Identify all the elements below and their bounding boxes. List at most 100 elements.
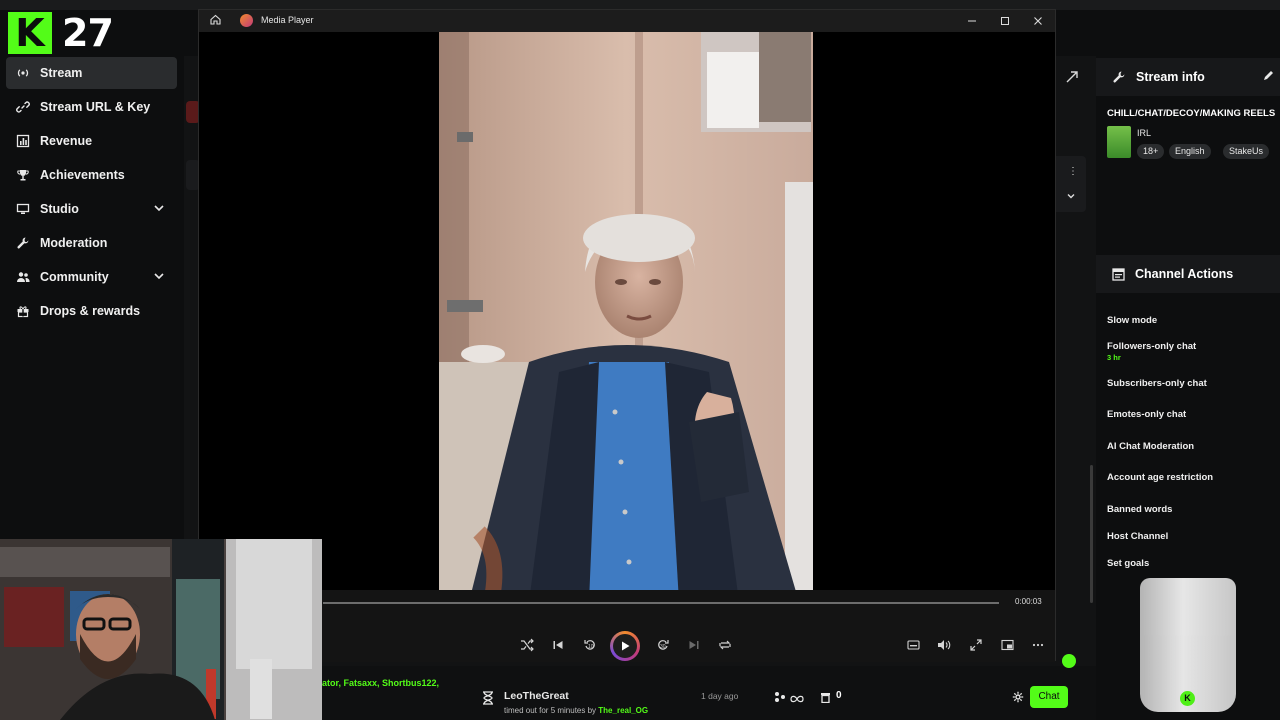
stream-info-heading: Stream info: [1136, 70, 1205, 84]
sidebar-item-label: Achievements: [40, 168, 125, 182]
tag-language: English: [1169, 144, 1211, 159]
play-button[interactable]: [610, 631, 640, 661]
action-account-age-restriction[interactable]: Account age restriction: [1107, 472, 1213, 483]
next-icon[interactable]: [683, 634, 705, 656]
logo-number: 27: [62, 11, 114, 55]
skip-forward-icon[interactable]: 30: [652, 634, 674, 656]
minimize-button[interactable]: [965, 14, 979, 28]
infinity-icon: [790, 691, 804, 709]
media-player-titlebar: Media Player: [199, 10, 1055, 32]
play-icon: [613, 634, 637, 658]
media-player-app-icon: [240, 14, 253, 27]
sidebar-item-community[interactable]: Community: [6, 261, 177, 293]
more-vertical-icon[interactable]: ⋮: [1068, 166, 1078, 177]
action-followers-only-chat[interactable]: Followers-only chat 3 hr: [1107, 341, 1196, 362]
chat-mentions: ator, Fatsaxx, Shortbus122,: [322, 678, 440, 688]
action-label: Followers-only chat: [1107, 341, 1197, 352]
webcam-overlay: [0, 539, 322, 720]
users-icon: [16, 270, 30, 284]
action-banned-words[interactable]: Banned words: [1107, 504, 1172, 515]
hourglass-icon: [482, 691, 494, 710]
scrollbar[interactable]: [1090, 465, 1093, 603]
trophy-icon: [16, 168, 30, 182]
tag-sponsor: StakeUs: [1223, 144, 1270, 159]
category-thumbnail[interactable]: [1107, 126, 1131, 158]
wrench-icon: [1112, 70, 1126, 84]
sidebar-item-studio[interactable]: Studio: [6, 193, 177, 225]
event-detail: timed out for 5 minutes by The_real_OG: [504, 706, 648, 715]
kick-logo[interactable]: K 27: [8, 10, 120, 56]
svg-text:10: 10: [588, 644, 594, 650]
chevron-down-icon: [153, 270, 165, 285]
video-frame[interactable]: [439, 32, 813, 602]
media-player-window: Media Player 0:00:03 10 30: [198, 9, 1056, 662]
sidebar-item-label: Moderation: [40, 236, 108, 250]
player-controls: 0:00:03 10 30: [199, 590, 1055, 662]
trash-icon[interactable]: [820, 690, 831, 708]
channel-actions-heading: Channel Actions: [1135, 267, 1234, 281]
maximize-button[interactable]: [998, 14, 1012, 28]
gift-icon: [16, 304, 30, 318]
action-host-channel[interactable]: Host Channel: [1107, 531, 1168, 542]
broadcast-icon: [16, 66, 30, 80]
action-slow-mode[interactable]: Slow mode: [1107, 315, 1157, 326]
chart-icon: [16, 134, 30, 148]
chat-strip: ator, Fatsaxx, Shortbus122, LeoTheGreat …: [322, 654, 1096, 720]
event-username[interactable]: LeoTheGreat: [504, 690, 569, 702]
emote-wheel-icon[interactable]: [774, 690, 786, 708]
skip-back-icon[interactable]: 10: [579, 634, 601, 656]
subtitles-icon[interactable]: [902, 634, 924, 656]
chat-send-button[interactable]: Chat: [1030, 686, 1068, 708]
sidebar-item-label: Stream: [40, 66, 83, 80]
logo-letter: K: [8, 12, 52, 54]
action-subscribers-only-chat[interactable]: Subscribers-only chat: [1107, 378, 1207, 389]
wrench-icon: [16, 236, 30, 250]
fullscreen-icon[interactable]: [965, 634, 987, 656]
sidebar-item-label: Drops & rewards: [40, 304, 141, 318]
stream-title: CHILL/CHAT/DECOY/MAKING REELS: [1107, 108, 1276, 119]
action-set-goals[interactable]: Set goals: [1107, 558, 1149, 569]
tag-18-plus: 18+: [1137, 144, 1165, 159]
count-display: 0: [836, 690, 842, 701]
previous-icon[interactable]: [547, 634, 569, 656]
webcam-image: [0, 539, 322, 720]
home-icon[interactable]: [209, 13, 222, 31]
event-detail-text: timed out for 5 minutes by: [504, 706, 597, 715]
sidebar-item-moderation[interactable]: Moderation: [6, 227, 177, 259]
video-image: [439, 32, 813, 602]
kick-emote-icon[interactable]: [1062, 654, 1076, 668]
mini-player-icon[interactable]: [996, 634, 1018, 656]
chat-controls: 0 Chat: [774, 686, 1094, 712]
sidebar-item-stream[interactable]: Stream: [6, 57, 177, 89]
sidebar-item-revenue[interactable]: Revenue: [6, 125, 177, 157]
app-root: K 27 Stream Stream URL & Key Revenue Ach…: [0, 0, 1280, 720]
chevron-down-icon[interactable]: [1066, 188, 1076, 206]
action-emotes-only-chat[interactable]: Emotes-only chat: [1107, 409, 1186, 420]
category-name[interactable]: IRL: [1137, 128, 1151, 138]
sidebar-nav: Stream Stream URL & Key Revenue Achievem…: [0, 56, 184, 536]
event-timestamp: 1 day ago: [701, 691, 739, 701]
shuffle-icon[interactable]: [516, 634, 538, 656]
kick-badge-icon: K: [1180, 691, 1195, 706]
close-button[interactable]: [1031, 14, 1045, 28]
settings-gear-icon[interactable]: [1012, 690, 1024, 708]
sidebar-item-achievements[interactable]: Achievements: [6, 159, 177, 191]
event-moderator[interactable]: The_real_OG: [598, 706, 648, 715]
sidebar-item-stream-url-key[interactable]: Stream URL & Key: [6, 91, 177, 123]
more-options-icon[interactable]: [1027, 634, 1049, 656]
sidebar-item-drops-rewards[interactable]: Drops & rewards: [6, 295, 177, 327]
seek-bar[interactable]: [323, 602, 999, 604]
window-title: Media Player: [261, 15, 314, 25]
moderation-event-row[interactable]: LeoTheGreat 1 day ago timed out for 5 mi…: [468, 682, 768, 720]
channel-actions-header: Channel Actions: [1096, 255, 1280, 293]
svg-text:30: 30: [660, 644, 666, 650]
chevron-down-icon: [153, 202, 165, 217]
sidebar-item-label: Revenue: [40, 134, 93, 148]
repeat-icon[interactable]: [714, 634, 736, 656]
action-ai-chat-moderation[interactable]: AI Chat Moderation: [1107, 441, 1194, 452]
link-icon: [16, 100, 30, 114]
volume-icon[interactable]: [933, 634, 955, 656]
popout-icon[interactable]: [1066, 70, 1078, 88]
edit-pencil-icon[interactable]: [1263, 70, 1274, 84]
action-sub-value: 3 hr: [1107, 353, 1121, 362]
